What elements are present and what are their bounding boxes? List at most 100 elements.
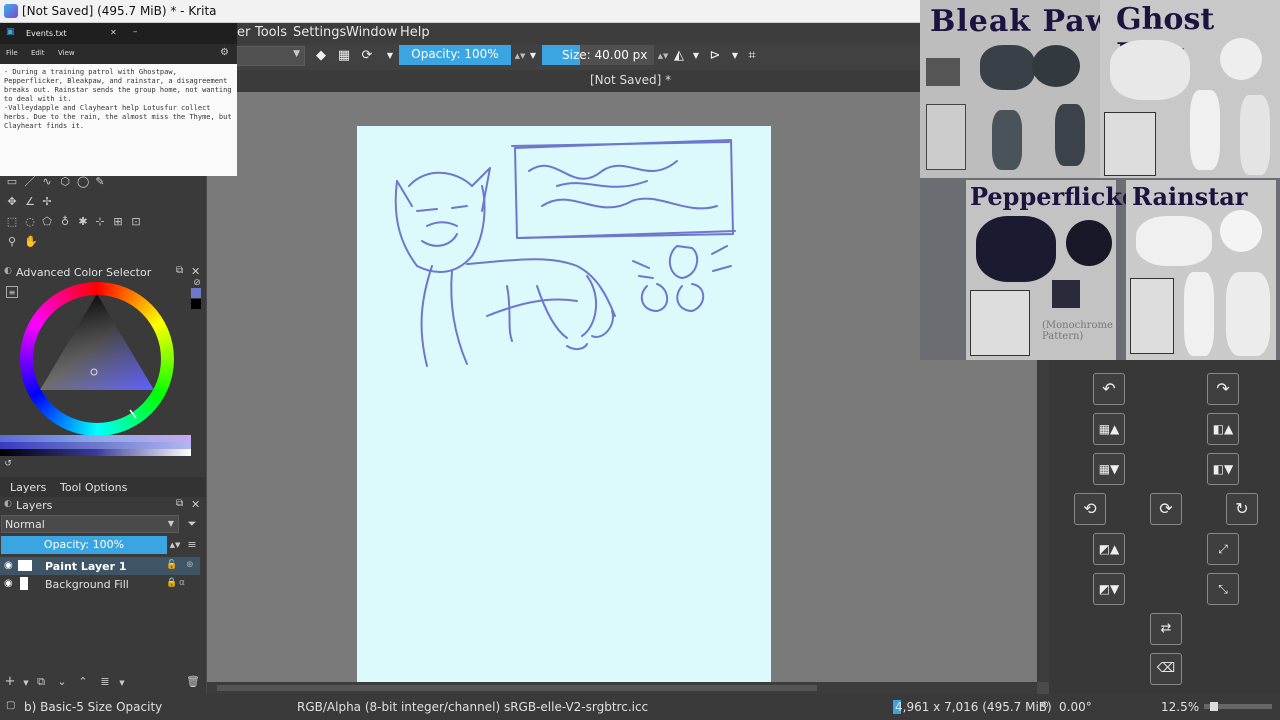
decrease-opacity-button[interactable]: ▦▼ xyxy=(1093,453,1125,485)
alpha-icon[interactable]: ⊕ xyxy=(186,560,194,570)
chevron-down-icon[interactable]: ▼ xyxy=(382,48,398,64)
redo-button[interactable]: ↷ xyxy=(1207,373,1239,405)
menu-filter[interactable]: er xyxy=(237,25,250,40)
tab-layers[interactable]: Layers xyxy=(10,481,46,494)
close-icon[interactable]: ✕ xyxy=(191,498,200,511)
transform-tool-icon[interactable]: ✥ xyxy=(6,196,18,208)
menu-settings[interactable]: Settings xyxy=(293,25,346,40)
chevron-down-icon[interactable]: ▼ xyxy=(688,48,704,64)
ellipse-tool-icon[interactable]: ◯ xyxy=(77,176,89,188)
decrease-flow-button[interactable]: ◧▼ xyxy=(1207,453,1239,485)
bezier-select-icon[interactable]: ⊹ xyxy=(94,216,106,228)
move-up-icon[interactable]: ⌃ xyxy=(77,676,89,688)
drawing-canvas[interactable] xyxy=(357,126,771,682)
menu-icon[interactable]: ≡ xyxy=(6,286,18,298)
layer-name[interactable]: Background Fill xyxy=(45,578,129,591)
notepad-tab[interactable]: Events.txt xyxy=(26,29,67,38)
layer-properties-icon[interactable]: ≣ xyxy=(99,676,111,688)
chevron-down-icon[interactable]: ▼ xyxy=(20,677,32,689)
curve-tool-icon[interactable]: ∿ xyxy=(41,176,53,188)
rect-select-icon[interactable]: ⬚ xyxy=(6,216,18,228)
zoom-actual-button[interactable]: ⤡ xyxy=(1207,573,1239,605)
minimize-icon[interactable]: – xyxy=(133,27,138,37)
tab-tool-options[interactable]: Tool Options xyxy=(60,481,127,494)
hue-slider[interactable] xyxy=(0,435,191,442)
reload-preset-icon[interactable]: ⟳ xyxy=(359,48,375,64)
layer-menu-icon[interactable]: ≡ xyxy=(186,539,198,551)
eye-icon[interactable]: ◉ xyxy=(4,578,13,589)
layer-row[interactable]: ◉ Background Fill 🔒 α xyxy=(0,575,200,593)
docker-grip-icon[interactable]: ◐ xyxy=(4,266,12,276)
workspace-dropdown[interactable]: ▼ xyxy=(237,46,305,66)
pan-tool-icon[interactable]: ✋ xyxy=(24,236,38,248)
polygon-select-icon[interactable]: ⬠ xyxy=(41,216,53,228)
assistant-tool-icon[interactable]: ✢ xyxy=(41,196,53,208)
add-layer-icon[interactable]: + xyxy=(4,675,16,688)
increase-flow-button[interactable]: ◧▲ xyxy=(1207,413,1239,445)
reset-color-icon[interactable]: ⊘ xyxy=(191,277,203,289)
gear-icon[interactable]: ⚙ xyxy=(220,47,229,58)
saturation-slider[interactable] xyxy=(0,442,191,449)
color-triangle[interactable] xyxy=(20,282,174,436)
alpha-icon[interactable]: α xyxy=(179,578,185,588)
chevron-down-icon[interactable]: ▼ xyxy=(116,677,128,689)
reset-slider-icon[interactable]: ↺ xyxy=(2,458,14,470)
eye-icon[interactable]: ◉ xyxy=(4,560,13,571)
menu-window[interactable]: Window xyxy=(346,25,397,40)
rectangle-tool-icon[interactable]: ▭ xyxy=(6,176,18,188)
line-tool-icon[interactable]: ／ xyxy=(24,176,36,188)
notepad-menu-edit[interactable]: Edit xyxy=(31,49,45,57)
chevron-down-icon[interactable]: ▼ xyxy=(525,48,541,64)
crop-wrap-icon[interactable]: ⌗ xyxy=(744,48,760,64)
background-color-swatch[interactable] xyxy=(191,299,201,309)
increase-opacity-button[interactable]: ▦▲ xyxy=(1093,413,1125,445)
brush-preset-name[interactable]: b) Basic-5 Size Opacity xyxy=(24,700,162,714)
increase-size-button[interactable]: ◩▲ xyxy=(1093,533,1125,565)
layer-row[interactable]: ◉ Paint Layer 1 🔓 ⊕ xyxy=(0,557,200,575)
move-down-icon[interactable]: ⌄ xyxy=(56,676,68,688)
close-icon[interactable]: ✕ xyxy=(110,28,117,37)
document-tab[interactable]: [Not Saved] * xyxy=(590,73,671,87)
zoom-fit-button[interactable]: ⤢ xyxy=(1207,533,1239,565)
zoom-slider[interactable] xyxy=(1204,702,1272,711)
menu-help[interactable]: Help xyxy=(400,25,430,40)
opacity-slider[interactable]: Opacity: 100% xyxy=(399,45,511,65)
clear-button[interactable]: ⌫ xyxy=(1150,653,1182,685)
measure-tool-icon[interactable]: ∠ xyxy=(24,196,36,208)
zoom-tool-icon[interactable]: ⚲ xyxy=(6,236,18,248)
docker-grip-icon[interactable]: ◐ xyxy=(4,499,12,509)
rotate-left-button[interactable]: ⟲ xyxy=(1074,493,1106,525)
size-slider[interactable]: Size: 40.00 px xyxy=(542,45,654,65)
mirror-vertical-icon[interactable]: ⊳ xyxy=(707,48,723,64)
magic-wand-icon[interactable]: ✱ xyxy=(77,216,89,228)
layer-name[interactable]: Paint Layer 1 xyxy=(45,560,127,573)
duplicate-layer-icon[interactable]: ⧉ xyxy=(35,676,47,688)
swap-colors-button[interactable]: ⇄ xyxy=(1150,613,1182,645)
value-slider[interactable] xyxy=(0,449,191,456)
rotate-right-button[interactable]: ↻ xyxy=(1226,493,1258,525)
lock-icon[interactable]: 🔓 xyxy=(166,560,177,570)
notepad-menu-view[interactable]: View xyxy=(58,49,75,57)
eraser-icon[interactable]: ◆ xyxy=(313,48,329,64)
delete-layer-icon[interactable]: 🗑 xyxy=(186,676,200,688)
mirror-horizontal-icon[interactable]: ◭ xyxy=(671,48,687,64)
freehand-select-icon[interactable]: ♁ xyxy=(59,216,71,228)
horizontal-scrollbar[interactable] xyxy=(207,682,1037,694)
chevron-down-icon[interactable]: ▼ xyxy=(727,48,743,64)
size-stepper-icon[interactable]: ▲▼ xyxy=(655,48,671,64)
blend-mode-select[interactable]: Normal ▼ xyxy=(1,515,179,533)
polygon-tool-icon[interactable]: ⬡ xyxy=(59,176,71,188)
zoom-slider-handle[interactable] xyxy=(1210,702,1218,711)
notepad-menu-file[interactable]: File xyxy=(6,49,18,57)
freehand-path-icon[interactable]: ✎ xyxy=(94,176,106,188)
brush-preset-icon[interactable]: ▢ xyxy=(6,700,15,711)
color-space-info[interactable]: RGB/Alpha (8-bit integer/channel) sRGB-e… xyxy=(297,700,648,714)
notepad-text[interactable]: - During a training patrol with Ghostpaw… xyxy=(4,68,234,131)
filter-icon[interactable]: ⏷ xyxy=(186,518,198,530)
float-docker-icon[interactable]: ⧉ xyxy=(176,498,183,509)
alpha-lock-icon[interactable]: ▦ xyxy=(336,48,352,64)
zoom-value[interactable]: 12.5% xyxy=(1161,700,1199,714)
layer-opacity-slider[interactable]: Opacity: 100% xyxy=(1,536,167,554)
undo-button[interactable]: ↶ xyxy=(1093,373,1125,405)
reset-rotation-button[interactable]: ⟳ xyxy=(1150,493,1182,525)
